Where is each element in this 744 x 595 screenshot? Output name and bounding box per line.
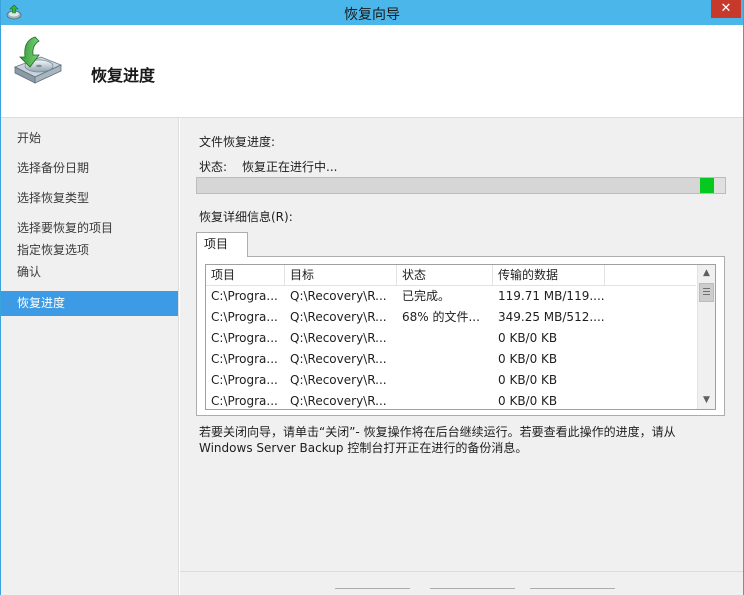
sidebar-item-select-recovery-type[interactable]: 选择恢复类型 bbox=[1, 186, 178, 211]
page-title: 恢复进度 bbox=[91, 66, 156, 85]
cell-item: C:\Progra... bbox=[211, 331, 278, 345]
cell-target: Q:\Recovery\R... bbox=[290, 352, 387, 366]
background-info-note: 若要关闭向导，请单击“关闭”- 恢复操作将在后台继续运行。若要查看此操作的进度，… bbox=[199, 424, 719, 456]
progress-bar-fill bbox=[197, 178, 700, 193]
progress-bar-indicator bbox=[700, 178, 714, 193]
cell-transferred: 0 KB/0 KB bbox=[498, 373, 558, 387]
cell-status: 68% 的文件... bbox=[402, 310, 480, 324]
tab-panel-items: 项目 目标 状态 传输的数据 C:\Progra... Q:\Recovery\R… bbox=[196, 256, 725, 416]
recovery-items-list[interactable]: 项目 目标 状态 传输的数据 C:\Progra... Q:\Recovery\R… bbox=[205, 264, 716, 410]
cell-transferred: 0 KB/0 KB bbox=[498, 331, 558, 345]
column-header-item[interactable]: 项目 bbox=[206, 265, 285, 286]
table-row[interactable]: C:\Progra... Q:\Recovery\R... 0 KB/0 KB bbox=[206, 370, 696, 391]
close-button[interactable]: ✕ bbox=[711, 0, 741, 18]
backup-disk-icon bbox=[14, 36, 63, 84]
restore-wizard-window: 恢复向导 ✕ 恢复进度 开始 选择备份日期 选择恢复类型 选择要恢复的项目 指定… bbox=[0, 0, 744, 595]
previous-button[interactable] bbox=[335, 588, 410, 595]
cell-transferred: 119.71 MB/119.... bbox=[498, 289, 605, 303]
list-header: 项目 目标 状态 传输的数据 bbox=[206, 265, 696, 286]
sidebar-item-start[interactable]: 开始 bbox=[1, 126, 178, 151]
scroll-down-icon[interactable]: ▼ bbox=[698, 392, 715, 409]
cell-target: Q:\Recovery\R... bbox=[290, 310, 387, 324]
main-content: 文件恢复进度: 状态: 恢复正在进行中... 恢复详细信息(R): 项目 项目 … bbox=[180, 118, 743, 595]
scroll-up-icon[interactable]: ▲ bbox=[698, 265, 715, 282]
cell-target: Q:\Recovery\R... bbox=[290, 289, 387, 303]
sidebar-item-select-backup-date[interactable]: 选择备份日期 bbox=[1, 156, 178, 181]
cell-transferred: 349.25 MB/512.... bbox=[498, 310, 605, 324]
table-row[interactable]: C:\Progra... Q:\Recovery\R... 0 KB/0 KB bbox=[206, 328, 696, 349]
cell-item: C:\Progra... bbox=[211, 373, 278, 387]
wizard-steps-sidebar: 开始 选择备份日期 选择恢复类型 选择要恢复的项目 指定恢复选项 确认 恢复进度 bbox=[1, 118, 179, 595]
recovery-progress-bar bbox=[196, 177, 726, 194]
wizard-header: 恢复进度 bbox=[1, 25, 743, 118]
scrollbar-thumb[interactable] bbox=[699, 283, 714, 302]
cell-target: Q:\Recovery\R... bbox=[290, 394, 387, 408]
cell-item: C:\Progra... bbox=[211, 289, 278, 303]
cell-status bbox=[397, 391, 493, 409]
cell-target: Q:\Recovery\R... bbox=[290, 331, 387, 345]
details-label: 恢复详细信息(R): bbox=[199, 210, 293, 224]
window-title: 恢复向导 bbox=[344, 7, 400, 23]
tab-items[interactable]: 项目 bbox=[196, 232, 248, 257]
close-wizard-button[interactable] bbox=[530, 588, 615, 595]
cell-status bbox=[397, 349, 493, 370]
column-header-status[interactable]: 状态 bbox=[397, 265, 493, 286]
title-bar[interactable]: 恢复向导 ✕ bbox=[1, 0, 743, 25]
sidebar-item-confirm[interactable]: 确认 bbox=[1, 260, 178, 285]
table-row[interactable]: C:\Progra... Q:\Recovery\R... 已完成。 119.71 M… bbox=[206, 286, 696, 307]
wizard-footer bbox=[180, 571, 743, 595]
cell-status bbox=[397, 328, 493, 349]
cell-transferred: 0 KB/0 KB bbox=[498, 394, 558, 408]
column-header-target[interactable]: 目标 bbox=[285, 265, 397, 286]
sidebar-item-recovery-progress[interactable]: 恢复进度 bbox=[1, 291, 178, 316]
cell-status bbox=[397, 370, 493, 391]
status-value: 恢复正在进行中... bbox=[242, 160, 338, 174]
cell-item: C:\Progra... bbox=[211, 394, 278, 408]
cell-target: Q:\Recovery\R... bbox=[290, 373, 387, 387]
cell-item: C:\Progra... bbox=[211, 352, 278, 366]
table-row[interactable]: C:\Progra... Q:\Recovery\R... 0 KB/0 KB bbox=[206, 349, 696, 370]
table-row[interactable]: C:\Progra... Q:\Recovery\R... 0 KB/0 KB bbox=[206, 391, 696, 409]
table-row[interactable]: C:\Progra... Q:\Recovery\R... 68% 的文件... 34… bbox=[206, 307, 696, 328]
column-header-transferred[interactable]: 传输的数据 bbox=[493, 265, 605, 286]
file-progress-label: 文件恢复进度: bbox=[199, 135, 276, 149]
note-line-2: Windows Server Backup 控制台打开正在进行的备份消息。 bbox=[199, 441, 528, 455]
vertical-scrollbar[interactable]: ▲ ▼ bbox=[697, 265, 715, 409]
status-label: 状态: bbox=[199, 160, 228, 174]
list-rows: C:\Progra... Q:\Recovery\R... 已完成。 119.71 M… bbox=[206, 286, 696, 409]
note-line-1: 若要关闭向导，请单击“关闭”- 恢复操作将在后台继续运行。若要查看此操作的进度，… bbox=[199, 425, 676, 439]
cell-status: 已完成。 bbox=[402, 289, 451, 303]
cell-transferred: 0 KB/0 KB bbox=[498, 352, 558, 366]
next-button[interactable] bbox=[430, 588, 515, 595]
cell-item: C:\Progra... bbox=[211, 310, 278, 324]
